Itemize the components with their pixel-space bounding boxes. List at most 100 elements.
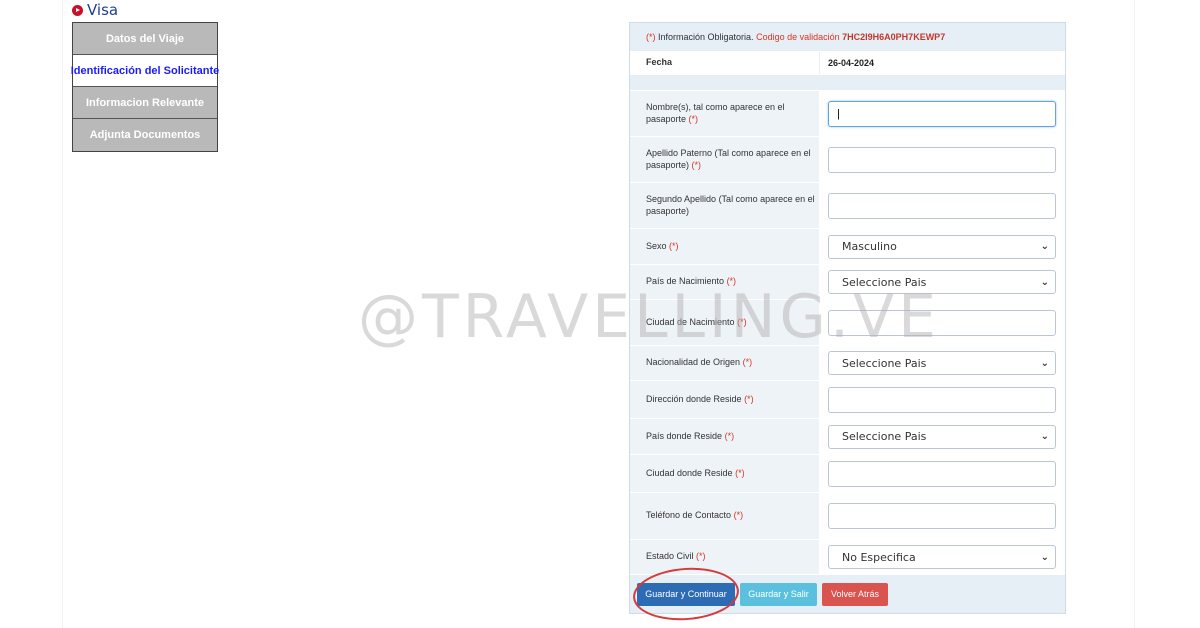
form-row: Dirección donde Reside (*) — [630, 381, 1065, 419]
form-row: Nacionalidad de Origen (*) Seleccione Pa… — [630, 346, 1065, 381]
form-row: Teléfono de Contacto (*) — [630, 493, 1065, 540]
segundo-apellido-input[interactable] — [828, 192, 1056, 219]
field-label: Nacionalidad de Origen (*) — [630, 346, 820, 380]
sexo-select-value: Masculino — [842, 240, 897, 253]
required-marker: (*) — [669, 240, 679, 251]
field-cell: Seleccione Pais ⌄ — [820, 419, 1065, 454]
nacionalidad-select[interactable]: Seleccione Pais ⌄ — [828, 351, 1056, 375]
field-label: Dirección donde Reside (*) — [630, 381, 820, 418]
apellido-paterno-input[interactable] — [828, 146, 1056, 173]
field-cell — [820, 381, 1065, 418]
save-exit-button[interactable]: Guardar y Salir — [740, 582, 817, 606]
required-marker: (*) — [733, 510, 744, 521]
chevron-down-icon: ⌄ — [1040, 357, 1049, 369]
pais-reside-select[interactable]: Seleccione Pais ⌄ — [828, 424, 1056, 449]
back-button[interactable]: Volver Atrás — [822, 582, 888, 606]
field-label-text: Ciudad donde Reside — [646, 467, 733, 478]
sidebar-item-informacion-relevante[interactable]: Informacion Relevante — [73, 87, 217, 119]
field-label: Ciudad donde Reside (*) — [630, 455, 820, 492]
page: Visa Datos del Viaje Identificación del … — [0, 0, 1200, 628]
field-label-text: Ciudad de Nacimiento — [646, 316, 735, 327]
field-cell: Seleccione Pais ⌄ — [820, 265, 1065, 299]
form-row: País donde Reside (*) Seleccione Pais ⌄ — [630, 419, 1065, 455]
form-row: Ciudad donde Reside (*) — [630, 455, 1065, 493]
field-label: Segundo Apellido (Tal como aparece en el… — [630, 183, 820, 228]
field-cell — [820, 493, 1065, 539]
ciudad-nacimiento-input[interactable] — [828, 309, 1056, 336]
fecha-label: Fecha — [630, 52, 820, 74]
required-marker: (*) — [737, 316, 747, 327]
field-label-text: Sexo — [646, 240, 667, 251]
field-cell — [820, 183, 1065, 228]
field-label: Apellido Paterno (Tal como aparece en el… — [630, 137, 820, 182]
page-title: Visa — [87, 1, 119, 19]
sexo-select[interactable]: Masculino ⌄ — [828, 234, 1056, 259]
field-label: Estado Civil (*) — [630, 540, 820, 574]
chevron-down-icon: ⌄ — [1040, 276, 1049, 288]
estado-civil-select-value: No Especifica — [842, 550, 916, 564]
nacionalidad-select-value: Seleccione Pais — [842, 356, 927, 370]
chevron-down-icon: ⌄ — [1040, 241, 1049, 252]
sidebar-item-identificacion[interactable]: Identificación del Solicitante — [71, 55, 219, 87]
required-marker: (*) — [744, 393, 754, 404]
field-label: Nombre(s), tal como aparece en el pasapo… — [630, 91, 820, 136]
nombres-input[interactable] — [828, 100, 1056, 127]
spacer-row — [630, 75, 1065, 91]
required-marker: (*) — [646, 32, 656, 42]
telefono-input[interactable] — [828, 503, 1056, 529]
sidebar-item-datos-del-viaje[interactable]: Datos del Viaje — [73, 23, 217, 55]
field-label-text: Nacionalidad de Origen — [646, 357, 741, 368]
page-border-left — [62, 0, 63, 628]
field-label-text: Dirección donde Reside — [646, 393, 742, 404]
field-cell — [820, 91, 1065, 136]
save-continue-button[interactable]: Guardar y Continuar — [637, 582, 735, 606]
form-row: Apellido Paterno (Tal como aparece en el… — [630, 137, 1065, 183]
pais-nacimiento-select-value: Seleccione Pais — [842, 275, 927, 289]
field-cell: No Especifica ⌄ — [820, 540, 1065, 574]
required-marker: (*) — [696, 551, 706, 562]
form-row: Ciudad de Nacimiento (*) — [630, 300, 1065, 346]
field-label-text: País de Nacimiento — [646, 276, 725, 287]
field-cell — [820, 137, 1065, 182]
chevron-down-icon: ⌄ — [1040, 431, 1049, 442]
form-row: Sexo (*) Masculino ⌄ — [630, 229, 1065, 265]
fecha-value: 26-04-2024 — [820, 52, 1065, 74]
form-row: Nombre(s), tal como aparece en el pasapo… — [630, 91, 1065, 137]
sidebar-item-adjunta-documentos[interactable]: Adjunta Documentos — [73, 119, 217, 151]
field-cell — [820, 300, 1065, 345]
required-marker: (*) — [691, 159, 702, 170]
field-cell: Masculino ⌄ — [820, 229, 1065, 264]
page-header: Visa — [72, 1, 118, 19]
required-info-text: Información Obligatoria. — [658, 32, 754, 42]
field-label-text: Nombre(s), tal como aparece en el pasapo… — [646, 101, 785, 124]
ciudad-reside-input[interactable] — [828, 460, 1056, 487]
page-border-right — [1134, 0, 1135, 628]
info-row: (*) Información Obligatoria. Codigo de v… — [630, 23, 1065, 52]
direccion-input[interactable] — [828, 386, 1056, 413]
form-row: Estado Civil (*) No Especifica ⌄ — [630, 540, 1065, 575]
form-row: País de Nacimiento (*) Seleccione Pais ⌄ — [630, 265, 1065, 300]
button-bar: Guardar y Continuar Guardar y Salir Volv… — [630, 575, 1065, 613]
play-circle-icon — [72, 4, 83, 16]
pais-nacimiento-select[interactable]: Seleccione Pais ⌄ — [828, 270, 1056, 294]
validation-label: Codigo de validación — [756, 32, 840, 42]
pais-reside-select-value: Seleccione Pais — [842, 430, 927, 443]
required-marker: (*) — [724, 430, 735, 441]
required-marker: (*) — [726, 276, 737, 287]
estado-civil-select[interactable]: No Especifica ⌄ — [828, 545, 1056, 569]
field-label: Ciudad de Nacimiento (*) — [630, 300, 820, 345]
field-label: País donde Reside (*) — [630, 419, 820, 454]
required-marker: (*) — [735, 467, 745, 478]
field-label-text: Teléfono de Contacto — [646, 510, 732, 521]
field-label: Teléfono de Contacto (*) — [630, 493, 820, 539]
sidebar-menu: Datos del Viaje Identificación del Solic… — [71, 22, 219, 152]
field-label-text: Segundo Apellido (Tal como aparece en el… — [646, 193, 815, 216]
required-marker: (*) — [688, 113, 699, 124]
form-row: Segundo Apellido (Tal como aparece en el… — [630, 183, 1065, 229]
field-label-text: Apellido Paterno (Tal como aparece en el… — [646, 147, 811, 170]
field-cell — [820, 455, 1065, 492]
field-label: Sexo (*) — [630, 229, 820, 264]
fecha-row: Fecha 26-04-2024 — [630, 52, 1065, 75]
applicant-form: (*) Información Obligatoria. Codigo de v… — [629, 22, 1066, 614]
field-label-text: Estado Civil — [646, 551, 694, 562]
